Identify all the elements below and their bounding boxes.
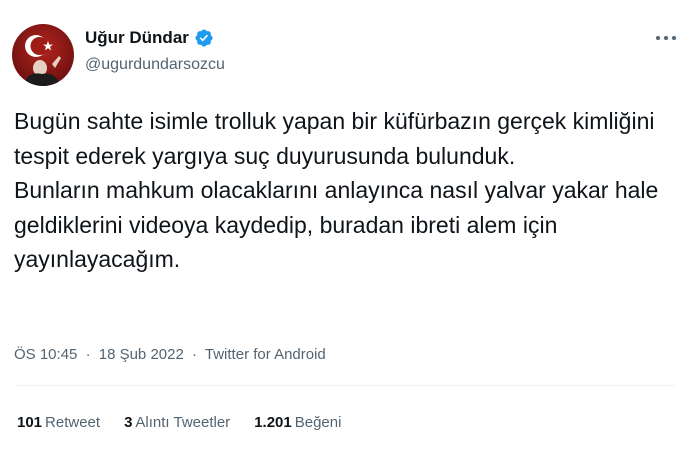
more-options-icon[interactable] <box>656 28 676 48</box>
quotes-count: 3 <box>124 414 133 431</box>
retweets-label: Retweet <box>45 414 101 431</box>
more-dot <box>656 36 660 40</box>
tweet-card: Uğur Dündar @ugurdundarsozcu Bugün sahte… <box>0 0 690 450</box>
likes-count: 1.201 <box>254 414 292 431</box>
likes-stat[interactable]: 1.201 Beğeni <box>254 414 341 431</box>
meta-separator: · <box>85 346 91 363</box>
tweet-date[interactable]: 18 Şub 2022 <box>99 346 184 363</box>
author-name[interactable]: Uğur Dündar <box>85 28 189 48</box>
author-name-row[interactable]: Uğur Dündar <box>85 28 214 48</box>
tweet-source[interactable]: Twitter for Android <box>205 346 326 363</box>
likes-label: Beğeni <box>294 414 342 431</box>
author-handle[interactable]: @ugurdundarsozcu <box>85 56 225 74</box>
tweet-time[interactable]: ÖS 10:45 <box>14 346 77 363</box>
meta-separator: · <box>191 346 197 363</box>
more-dot <box>672 36 676 40</box>
avatar[interactable] <box>12 24 74 86</box>
quotes-label: Alıntı Tweetler <box>135 414 231 431</box>
tweet-text-paragraph: Bunların mahkum olacaklarını anlayınca n… <box>14 177 659 272</box>
divider <box>14 385 676 386</box>
retweets-stat[interactable]: 101 Retweet <box>17 414 100 431</box>
verified-badge-icon <box>194 28 214 48</box>
tweet-text: Bugün sahte isimle trolluk yapan bir küf… <box>14 104 684 277</box>
retweets-count: 101 <box>17 414 43 431</box>
more-dot <box>664 36 668 40</box>
tweet-text-paragraph: Bugün sahte isimle trolluk yapan bir küf… <box>14 108 655 169</box>
quotes-stat[interactable]: 3 Alıntı Tweetler <box>124 414 230 431</box>
avatar-image <box>12 24 74 86</box>
tweet-stats: 101 Retweet 3 Alıntı Tweetler 1.201 Beğeni <box>17 414 341 431</box>
tweet-meta: ÖS 10:45 · 18 Şub 2022 · Twitter for And… <box>14 346 326 363</box>
